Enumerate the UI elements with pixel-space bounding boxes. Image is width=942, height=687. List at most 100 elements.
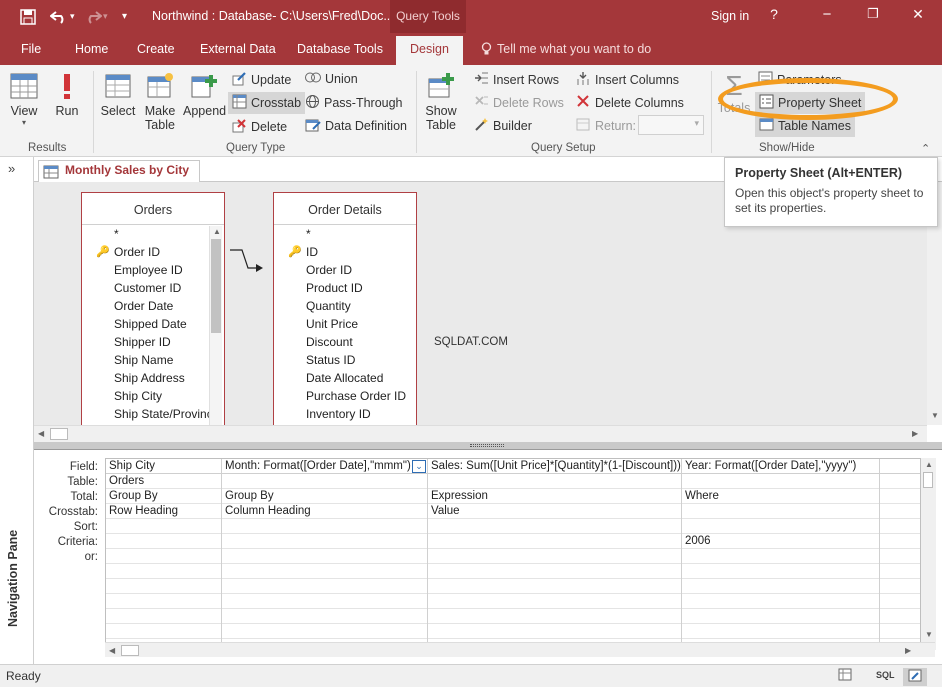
field-list-item[interactable]: Customer ID: [82, 279, 224, 297]
grid-cell-empty[interactable]: [682, 579, 879, 594]
grid-cell-sort[interactable]: [222, 519, 427, 534]
scroll-right-icon[interactable]: ▶: [912, 429, 918, 438]
grid-cell-criteria[interactable]: 2006: [682, 534, 879, 549]
grid-cell-total[interactable]: Where: [682, 489, 879, 504]
scroll-left-icon[interactable]: ◀: [109, 646, 115, 655]
data-definition-button[interactable]: Data Definition: [305, 117, 407, 135]
crosstab-button[interactable]: Crosstab: [228, 92, 306, 114]
grid-cell-empty[interactable]: [428, 564, 681, 579]
grid-cell-total[interactable]: Group By: [222, 489, 427, 504]
grid-cell-field[interactable]: Year: Format([Order Date],"yyyy"): [682, 459, 879, 474]
field-list-item[interactable]: Date Allocated: [274, 369, 416, 387]
grid-cell-crosstab[interactable]: Row Heading: [106, 504, 221, 519]
grid-cell-sort[interactable]: [682, 519, 879, 534]
field-list-order-details[interactable]: Order Details * 🔑 ID Order ID Product ID Quan…: [273, 192, 417, 425]
grid-cell-empty[interactable]: [682, 564, 879, 579]
datasheet-view-icon[interactable]: [838, 668, 852, 684]
scroll-thumb[interactable]: [923, 472, 933, 488]
scroll-left-icon[interactable]: ◀: [38, 429, 44, 438]
run-button[interactable]: Run: [52, 71, 82, 118]
grid-cell-total[interactable]: Group By: [106, 489, 221, 504]
grid-cell-empty[interactable]: [106, 564, 221, 579]
grid-cell-empty[interactable]: [222, 579, 427, 594]
grid-cell-table[interactable]: Orders: [106, 474, 221, 489]
save-icon[interactable]: [20, 0, 36, 33]
minimize-button[interactable]: −: [817, 6, 837, 23]
grid-cell-field[interactable]: Sales: Sum([Unit Price]*[Quantity]*(1-[D…: [428, 459, 681, 474]
grid-cell-sort[interactable]: [428, 519, 681, 534]
grid-cell-sort[interactable]: [106, 519, 221, 534]
parameters-button[interactable]: Parameters: [758, 71, 842, 88]
insert-columns-button[interactable]: Insert Columns: [576, 71, 679, 89]
join-line[interactable]: [230, 244, 270, 274]
field-list-item[interactable]: Ship Name: [82, 351, 224, 369]
field-list-item[interactable]: Employee ID: [82, 261, 224, 279]
grid-cell-empty[interactable]: [106, 609, 221, 624]
grid-cell-field[interactable]: Ship City: [106, 459, 221, 474]
grid-cell-field[interactable]: [880, 459, 920, 474]
append-button[interactable]: Append: [183, 71, 226, 118]
field-list-item[interactable]: Ship Address: [82, 369, 224, 387]
grid-column[interactable]: Month: Format([Order Date],"mmm") Group B…: [222, 459, 428, 649]
grid-cell-total[interactable]: [880, 489, 920, 504]
grid-cell-empty[interactable]: [222, 594, 427, 609]
scroll-up-icon[interactable]: ▲: [925, 460, 933, 469]
grid-vertical-scrollbar[interactable]: ▲ ▼: [921, 458, 936, 650]
grid-cell-empty[interactable]: [880, 624, 920, 639]
grid-cell-empty[interactable]: [682, 594, 879, 609]
grid-cell-or[interactable]: [106, 549, 221, 564]
field-list-item[interactable]: Product ID: [274, 279, 416, 297]
grid-cell-sort[interactable]: [880, 519, 920, 534]
grid-cell-empty[interactable]: [428, 609, 681, 624]
delete-query-button[interactable]: Delete: [232, 118, 287, 136]
undo-icon[interactable]: [50, 0, 68, 33]
tell-me-search[interactable]: Tell me what you want to do: [497, 42, 651, 56]
grid-cell-criteria[interactable]: [222, 534, 427, 549]
grid-cell-empty[interactable]: [428, 579, 681, 594]
design-view-icon[interactable]: [903, 668, 927, 686]
query-design-grid[interactable]: Ship City Orders Group By Row Heading Month:…: [105, 458, 921, 650]
sql-view-button[interactable]: SQL: [876, 670, 895, 680]
field-list-item[interactable]: 🔑 Order ID: [82, 243, 224, 261]
field-list-item[interactable]: Ship City: [82, 387, 224, 405]
delete-columns-button[interactable]: Delete Columns: [576, 94, 684, 112]
grid-cell-empty[interactable]: [222, 609, 427, 624]
grid-cell-empty[interactable]: [880, 579, 920, 594]
grid-cell-empty[interactable]: [222, 624, 427, 639]
tab-database-tools[interactable]: Database Tools: [297, 42, 383, 56]
grid-cell-table[interactable]: [880, 474, 920, 489]
tab-external-data[interactable]: External Data: [200, 42, 276, 56]
grid-cell-criteria[interactable]: [428, 534, 681, 549]
grid-cell-or[interactable]: [222, 549, 427, 564]
grid-cell-or[interactable]: [428, 549, 681, 564]
collapse-ribbon-icon[interactable]: ⌃: [921, 142, 930, 155]
field-dropdown-button[interactable]: ⌄: [412, 460, 426, 473]
pane-splitter[interactable]: [34, 442, 942, 450]
grid-cell-crosstab[interactable]: [880, 504, 920, 519]
scroll-down-icon[interactable]: ▼: [931, 411, 939, 420]
restore-button[interactable]: ❐: [863, 6, 883, 22]
tab-home[interactable]: Home: [75, 42, 108, 56]
grid-cell-empty[interactable]: [880, 609, 920, 624]
grid-cell-empty[interactable]: [106, 624, 221, 639]
grid-cell-total[interactable]: Expression: [428, 489, 681, 504]
field-list-item[interactable]: Unit Price: [274, 315, 416, 333]
insert-rows-button[interactable]: Insert Rows: [474, 71, 559, 88]
scroll-thumb[interactable]: [211, 239, 221, 333]
grid-cell-criteria[interactable]: [106, 534, 221, 549]
grid-cell-empty[interactable]: [106, 579, 221, 594]
pass-through-button[interactable]: Pass-Through: [305, 94, 403, 112]
field-list-item[interactable]: Discount: [274, 333, 416, 351]
make-table-button[interactable]: Make Table: [142, 71, 178, 132]
view-button[interactable]: View ▾: [8, 71, 40, 127]
field-list-item[interactable]: Quantity: [274, 297, 416, 315]
grid-cell-crosstab[interactable]: [682, 504, 879, 519]
undo-dropdown-icon[interactable]: ▾: [70, 0, 75, 33]
property-sheet-button[interactable]: Property Sheet: [755, 92, 866, 114]
field-list-item[interactable]: Shipped Date: [82, 315, 224, 333]
scroll-down-icon[interactable]: ▼: [925, 630, 933, 639]
field-list-item[interactable]: 🔑 ID: [274, 243, 416, 261]
grid-column[interactable]: Ship City Orders Group By Row Heading: [106, 459, 222, 649]
customize-qat-icon[interactable]: ▾: [122, 0, 127, 33]
navigation-pane[interactable]: » Navigation Pane: [0, 157, 34, 664]
